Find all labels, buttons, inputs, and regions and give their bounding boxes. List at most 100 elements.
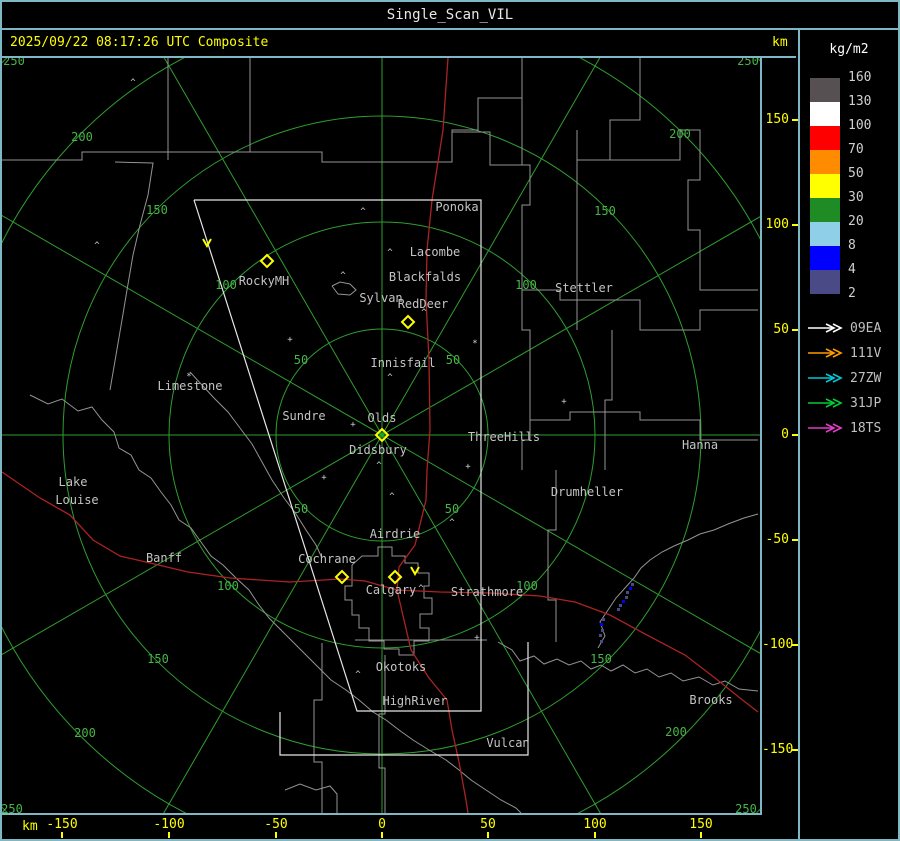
city-label: Sundre [282,409,325,423]
town-marker: * [472,339,477,349]
city-label: Limestone [157,379,222,393]
range-ring-label: 200 [665,725,687,739]
vil-echo-pixel [600,623,603,626]
radar-arrow-row: 18TS [806,420,898,437]
legend-value: 130 [848,94,872,109]
town-marker: ^ [389,492,395,502]
radar-site-marker [387,569,403,585]
vil-echo-pixel [599,634,602,637]
town-marker: ^ [130,78,136,88]
radar-arrow-row: 09EA [806,320,898,337]
radar-arrow-row: 27ZW [806,370,898,387]
x-tick-mark [594,832,596,838]
radar-id-label: 31JP [850,396,882,411]
county-boundary-line [109,161,154,391]
x-tick-mark [487,832,489,838]
range-ring-label: 150 [594,204,616,218]
legend-panel: kg/m2 160 130 100 70 50 30 20 8 4 2 09EA 111V 27ZW 31… [798,30,898,839]
map-area[interactable]: 50 50 50 50 100 100 100 100 150 150 150 150 200 200 20… [2,2,898,839]
town-marker: ^ [360,207,366,217]
legend-swatch [810,150,840,174]
legend-swatch [810,102,840,126]
county-boundary-line [189,371,323,559]
city-label: Ponoka [435,200,478,214]
legend-value: 160 [848,70,872,85]
y-tick-label: 0 [781,427,789,442]
legend-value: 2 [848,286,856,301]
county-boundary-line [530,411,758,441]
city-label: Airdrie [370,527,421,541]
window-title: Single_Scan_VIL [386,7,514,23]
city-label: RedDeer [398,297,449,311]
legend-value: 100 [848,118,872,133]
x-tick-mark [700,832,702,838]
range-ring-label: 50 [294,353,308,367]
city-label: Drumheller [551,485,623,499]
range-ring-label: 50 [445,502,459,516]
x-tick-label: 150 [689,817,713,832]
city-label: HighRiver [382,694,447,708]
city-label: Vulcan [486,736,529,750]
city-label: Didsbury [349,443,407,457]
y-tick-label: 50 [773,322,789,337]
city-label: Lacombe [410,245,461,259]
county-boundary-line [452,98,523,166]
county-boundary-line [344,546,433,656]
town-marker: + [465,462,471,472]
y-axis-unit-label: km [772,35,788,50]
legend-value: 20 [848,214,864,229]
vil-echo-pixel [626,591,629,594]
radar-id-label: 18TS [850,421,882,436]
legend-unit-label: kg/m2 [829,42,869,57]
y-tick-label: -50 [765,532,789,547]
y-tick-label: -100 [762,637,794,652]
vil-echo-pixel [629,587,632,590]
x-tick-label: 50 [480,817,496,832]
range-ring-label: 250 [2,802,23,813]
city-label: Blackfalds [389,270,461,284]
vil-echo-pixel [601,629,604,632]
town-marker: ^ [387,248,393,258]
range-ring-label: 250 [3,58,25,68]
county-boundary-line [577,58,641,161]
town-marker: ^ [355,670,361,680]
range-ring-label: 150 [147,652,169,666]
x-tick-label: 0 [378,817,386,832]
legend-value: 30 [848,190,864,205]
x-tick-label: -50 [264,817,288,832]
radar-site-marker [334,569,350,585]
x-axis-unit-label: km [22,819,38,834]
x-tick-label: 100 [583,817,607,832]
x-tick-label: -150 [46,817,78,832]
city-label: Strathmore [451,585,523,599]
radar-map-canvas[interactable]: 50 5050 50100 100100 100150 150150 150200 20020… [2,2,898,839]
legend-swatch [810,222,840,246]
radar-arrow-icon [808,348,843,358]
radar-arrow-icon [808,323,843,333]
county-boundary-line [522,289,758,331]
legend-swatch [810,174,840,198]
city-label: Cochrane [298,552,356,566]
x-tick-mark [168,832,170,838]
county-boundary-line [604,330,613,470]
radar-site-marker [259,253,275,269]
range-ring-label: 100 [217,579,239,593]
x-tick-mark [61,832,63,838]
y-tick: -100 [762,637,799,653]
town-marker: ^ [340,271,346,281]
city-label: RockyMH [239,274,290,288]
city-label: Olds [368,411,397,425]
range-ring-label: 200 [669,127,691,141]
city-label: Louise [55,493,98,507]
city-label: Okotoks [376,660,427,674]
legend-swatch [810,270,840,294]
county-boundary-line [29,394,522,814]
county-boundary-line [497,641,759,692]
range-ring-label: 100 [215,278,237,292]
town-marker: + [474,633,480,643]
y-tick: -50 [762,532,799,548]
county-boundary-line [610,129,758,291]
x-tick-label: -100 [153,817,185,832]
x-tick-mark [381,832,383,838]
city-label: Sylvan [359,291,402,305]
